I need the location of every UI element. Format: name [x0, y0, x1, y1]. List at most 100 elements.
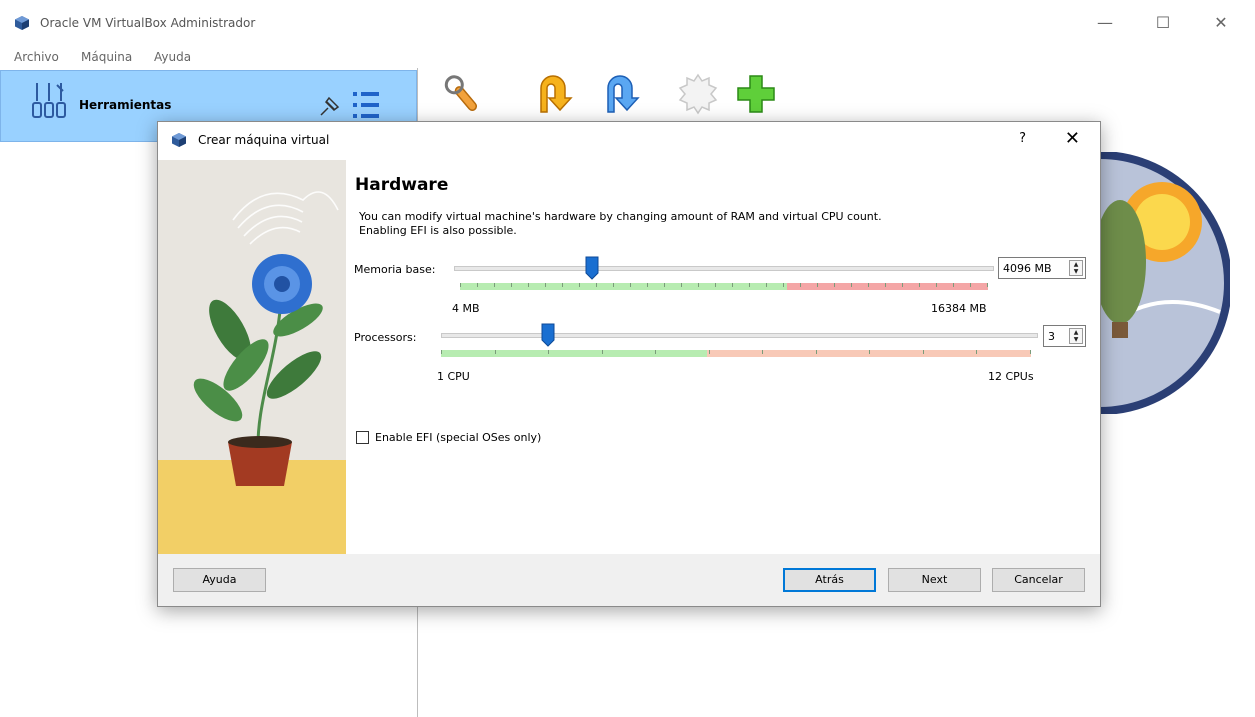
- range-tick: [970, 283, 971, 287]
- range-tick: [715, 283, 716, 287]
- range-tick: [1030, 350, 1031, 354]
- processors-spinbox[interactable]: 3 ▲ ▼: [1043, 325, 1086, 347]
- range-tick: [953, 283, 954, 287]
- memory-min-label: 4 MB: [452, 302, 480, 315]
- processors-slider-track[interactable]: [441, 333, 1038, 338]
- pin-icon[interactable]: [317, 93, 343, 119]
- range-tick: [655, 350, 656, 354]
- range-tick: [800, 283, 801, 287]
- description-line-2: Enabling EFI is also possible.: [359, 224, 517, 237]
- dialog-footer: Ayuda Atrás Next Cancelar: [158, 554, 1100, 606]
- add-icon[interactable]: [734, 72, 778, 116]
- background-illustration: [1090, 152, 1230, 414]
- range-tick: [562, 283, 563, 287]
- export-icon[interactable]: [600, 72, 644, 116]
- range-tick: [885, 283, 886, 287]
- sidebar-tools-label: Herramientas: [79, 98, 172, 112]
- range-tick: [630, 283, 631, 287]
- menubar: Archivo Máquina Ayuda: [0, 46, 1255, 68]
- memory-spinbox[interactable]: 4096 MB ▲ ▼: [998, 257, 1086, 279]
- dialog-help-button[interactable]: ?: [1019, 131, 1026, 146]
- range-tick: [923, 350, 924, 354]
- help-button[interactable]: Ayuda: [173, 568, 266, 592]
- minimize-button[interactable]: —: [1082, 8, 1128, 38]
- page-title: Hardware: [355, 175, 449, 195]
- range-tick: [460, 283, 461, 287]
- range-tick: [441, 350, 442, 354]
- memory-range-bar: [460, 283, 988, 290]
- range-tick: [766, 283, 767, 287]
- memory-label: Memoria base:: [354, 263, 436, 276]
- range-tick: [709, 350, 710, 354]
- efi-checkbox[interactable]: [356, 431, 369, 444]
- import-icon[interactable]: [533, 72, 577, 116]
- range-tick: [817, 283, 818, 287]
- list-menu-icon[interactable]: [351, 89, 381, 121]
- close-window-button[interactable]: ✕: [1198, 8, 1244, 38]
- range-tick: [869, 350, 870, 354]
- range-segment: [460, 283, 788, 290]
- menu-ayuda[interactable]: Ayuda: [154, 50, 191, 64]
- range-tick: [732, 283, 733, 287]
- range-tick: [545, 283, 546, 287]
- memory-slider-track[interactable]: [454, 266, 994, 271]
- range-tick: [511, 283, 512, 287]
- processors-label: Processors:: [354, 331, 417, 344]
- range-tick: [851, 283, 852, 287]
- processors-max-label: 12 CPUs: [988, 370, 1034, 383]
- range-tick: [783, 283, 784, 287]
- processors-slider-handle[interactable]: [541, 323, 555, 347]
- spin-up-icon[interactable]: ▲: [1070, 261, 1082, 268]
- menu-maquina[interactable]: Máquina: [81, 50, 132, 64]
- plant-illustration: [158, 191, 346, 554]
- range-tick: [834, 283, 835, 287]
- range-tick: [681, 283, 682, 287]
- range-tick: [647, 283, 648, 287]
- range-tick: [816, 350, 817, 354]
- range-tick: [579, 283, 580, 287]
- range-tick: [613, 283, 614, 287]
- memory-slider-handle[interactable]: [585, 256, 599, 280]
- dialog-title: Crear máquina virtual: [198, 133, 330, 147]
- range-segment: [441, 350, 707, 357]
- processors-min-label: 1 CPU: [437, 370, 470, 383]
- processors-spin-arrows[interactable]: ▲ ▼: [1069, 328, 1083, 344]
- range-tick: [596, 283, 597, 287]
- range-tick: [762, 350, 763, 354]
- range-tick: [902, 283, 903, 287]
- spin-down-icon[interactable]: ▼: [1070, 268, 1082, 275]
- range-tick: [528, 283, 529, 287]
- range-tick: [698, 283, 699, 287]
- dialog-close-button[interactable]: ✕: [1065, 128, 1080, 149]
- wrench-icon[interactable]: [440, 72, 484, 116]
- range-tick: [477, 283, 478, 287]
- range-tick: [749, 283, 750, 287]
- cancel-button[interactable]: Cancelar: [992, 568, 1085, 592]
- range-tick: [936, 283, 937, 287]
- wizard-illustration: [158, 160, 346, 554]
- spin-down-icon[interactable]: ▼: [1070, 336, 1082, 343]
- dialog-titlebar: Crear máquina virtual ? ✕: [158, 122, 1100, 160]
- processors-value[interactable]: 3: [1048, 330, 1055, 343]
- dialog-body: Hardware You can modify virtual machine'…: [158, 160, 1100, 554]
- description-line-1: You can modify virtual machine's hardwar…: [359, 210, 882, 223]
- create-vm-dialog: Crear máquina virtual ? ✕ Hardware You c…: [157, 121, 1101, 607]
- spin-up-icon[interactable]: ▲: [1070, 329, 1082, 336]
- memory-value[interactable]: 4096 MB: [1003, 262, 1052, 275]
- window-title: Oracle VM VirtualBox Administrador: [40, 16, 256, 30]
- range-tick: [987, 283, 988, 287]
- tools-icon: [32, 83, 66, 118]
- efi-checkbox-label[interactable]: Enable EFI (special OSes only): [375, 431, 541, 444]
- processors-range-bar: [441, 350, 1031, 357]
- virtualbox-icon: [15, 16, 29, 30]
- main-titlebar: Oracle VM VirtualBox Administrador — ☐ ✕: [0, 0, 1255, 46]
- menu-archivo[interactable]: Archivo: [14, 50, 59, 64]
- range-tick: [919, 283, 920, 287]
- next-button[interactable]: Next: [888, 568, 981, 592]
- back-button[interactable]: Atrás: [783, 568, 876, 592]
- maximize-button[interactable]: ☐: [1140, 8, 1186, 38]
- range-tick: [548, 350, 549, 354]
- range-tick: [495, 350, 496, 354]
- memory-spin-arrows[interactable]: ▲ ▼: [1069, 260, 1083, 276]
- settings-gear-icon[interactable]: [676, 72, 720, 116]
